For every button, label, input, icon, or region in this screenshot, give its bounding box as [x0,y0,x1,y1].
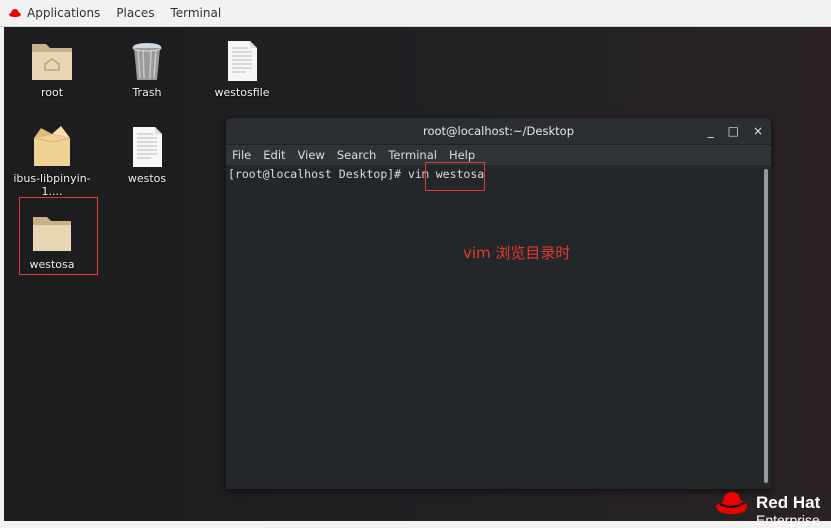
desktop-icon-root[interactable]: root [6,36,98,99]
close-button[interactable]: × [753,124,763,138]
places-label: Places [116,6,155,20]
icon-label: westosa [29,258,75,271]
maximize-button[interactable]: □ [728,124,739,138]
menu-edit[interactable]: Edit [257,148,291,162]
menu-terminal[interactable]: Terminal [382,148,443,162]
terminal-titlebar[interactable]: root@localhost:~/Desktop _ □ × [226,118,771,144]
terminal-content[interactable]: [root@localhost Desktop]# vim westosa [226,165,771,489]
home-folder-icon [32,44,72,80]
redhat-logo: Red Hat Enterprise [714,490,821,528]
applications-label: Applications [27,6,101,20]
prompt-text: [root@localhost Desktop]# vim [228,167,436,181]
menu-help[interactable]: Help [443,148,481,162]
places-menu[interactable]: Places [108,0,162,26]
terminal-menubar: File Edit View Search Terminal Help [226,144,771,165]
terminal-title: root@localhost:~/Desktop [423,124,574,138]
brand-subtitle: Enterprise [756,512,820,528]
annotation-text: vim 浏览目录时 [463,244,571,262]
top-panel: Applications Places Terminal [0,0,831,27]
icon-label: root [40,86,64,99]
icon-label: ibus-libpinyin-1.... [13,172,91,198]
terminal-window[interactable]: root@localhost:~/Desktop _ □ × File Edit… [226,118,771,489]
text-file-icon [228,41,257,81]
icon-label: Trash [132,86,162,99]
desktop-icon-westosa[interactable]: westosa [6,208,98,271]
applications-menu[interactable]: Applications [0,0,108,26]
desktop-icon-ibus-libpinyin[interactable]: ibus-libpinyin-1.... [6,122,98,198]
desktop-icon-westos[interactable]: westos [101,122,193,185]
command-line: [root@localhost Desktop]# vim westosa [226,165,771,181]
desktop-icon-westosfile[interactable]: westosfile [196,36,288,99]
icon-label: westos [127,172,167,185]
redhat-icon [9,9,21,17]
text-file-icon [133,127,162,167]
argument-highlight-box [425,162,485,191]
package-icon [33,126,71,166]
menu-search[interactable]: Search [331,148,383,162]
icon-label: westosfile [214,86,270,99]
menu-view[interactable]: View [292,148,331,162]
menu-file[interactable]: File [226,148,257,162]
redhat-icon [716,492,748,514]
brand-name: Red Hat [756,493,821,512]
desktop-icon-trash[interactable]: Trash [101,36,193,99]
minimize-button[interactable]: _ [708,124,714,138]
folder-icon [33,217,71,251]
terminal-app-menu[interactable]: Terminal [162,0,229,26]
scrollbar[interactable] [764,169,768,483]
terminal-app-label: Terminal [170,6,222,20]
trash-icon [132,43,162,80]
